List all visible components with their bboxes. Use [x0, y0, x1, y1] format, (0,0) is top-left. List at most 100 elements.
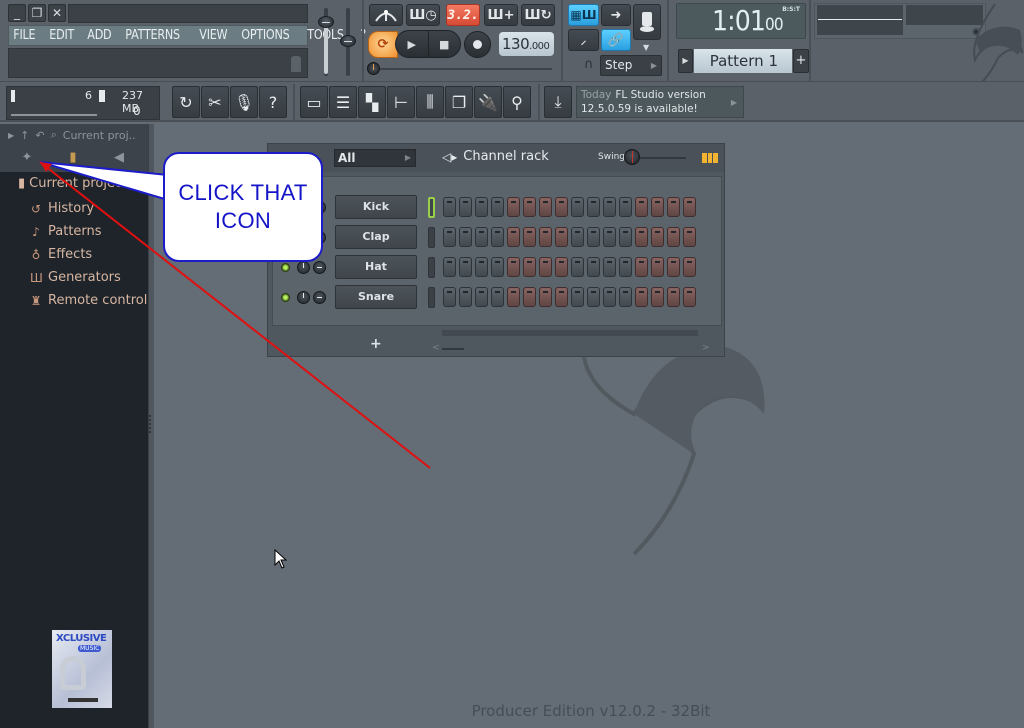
tutorial-button[interactable]: ⚲ [503, 86, 531, 118]
step-button[interactable] [539, 227, 552, 247]
step-button[interactable] [683, 287, 696, 307]
project-info-button[interactable]: ❐ [445, 86, 473, 118]
swing-knob[interactable] [624, 149, 640, 165]
tree-root-current-project[interactable]: ▮ Current project [18, 176, 127, 191]
search-icon[interactable]: ⌕ [51, 128, 57, 142]
step-button[interactable] [459, 197, 472, 217]
close-button[interactable]: ✕ [48, 4, 66, 22]
step-button[interactable] [443, 287, 456, 307]
snap-select[interactable]: Step ▶ [600, 55, 662, 76]
metronome-button[interactable] [369, 4, 403, 26]
undo-button[interactable]: ↻ [172, 86, 200, 118]
tree-item-remote-control[interactable]: ♜ Remote control [30, 293, 148, 308]
step-button[interactable] [603, 287, 616, 307]
browser-button[interactable]: ⊢ [387, 86, 415, 118]
tree-item-generators[interactable]: Ш Generators [30, 270, 121, 285]
channel-name-button[interactable]: Hat [335, 255, 417, 279]
channel-name-button[interactable]: Clap [335, 225, 417, 249]
master-volume-slider[interactable] [318, 16, 334, 28]
dropdown-arrow-icon[interactable]: ▼ [643, 43, 649, 52]
scroll-left-icon[interactable]: < [432, 343, 440, 353]
pattern-name-field[interactable]: Pattern 1 [694, 49, 792, 73]
step-button[interactable] [619, 197, 632, 217]
step-button[interactable] [667, 257, 680, 277]
song-position-track[interactable] [372, 68, 552, 70]
touch-keyboard-button[interactable]: ⸝ [568, 29, 599, 51]
step-button[interactable] [587, 257, 600, 277]
channel-select-indicator[interactable] [428, 197, 435, 218]
step-button[interactable] [587, 197, 600, 217]
step-button[interactable] [587, 227, 600, 247]
step-button[interactable] [683, 257, 696, 277]
channel-pan-knob[interactable] [313, 261, 326, 274]
up-arrow-icon[interactable]: ↑ [20, 129, 29, 142]
tree-item-history[interactable]: ↺ History [30, 201, 94, 216]
typing-keyboard-button[interactable]: ▦Ш [568, 4, 599, 26]
step-button[interactable] [555, 227, 568, 247]
channel-name-button[interactable]: Kick [335, 195, 417, 219]
step-forward-button[interactable]: ➜ [601, 4, 631, 26]
step-button[interactable] [443, 257, 456, 277]
expand-arrow-icon[interactable]: ▶ [8, 131, 14, 140]
channel-pan-knob[interactable] [313, 291, 326, 304]
step-button[interactable] [635, 287, 648, 307]
tree-item-effects[interactable]: ♁ Effects [30, 247, 93, 262]
channel-filter-select[interactable]: All ▶ [334, 149, 416, 167]
step-button[interactable] [523, 287, 536, 307]
stop-button[interactable]: ■ [429, 31, 461, 57]
step-button[interactable] [555, 257, 568, 277]
step-button[interactable] [571, 257, 584, 277]
help-button[interactable]: ? [259, 86, 287, 118]
step-button[interactable] [475, 287, 488, 307]
step-button[interactable] [475, 197, 488, 217]
step-button[interactable] [651, 287, 664, 307]
step-button[interactable] [491, 227, 504, 247]
channel-select-indicator[interactable] [428, 257, 435, 278]
loop-record-button[interactable]: Ш↻ [521, 4, 555, 26]
step-button[interactable] [603, 257, 616, 277]
plugin-manager-button[interactable]: 🔌 [474, 86, 502, 118]
channel-name-button[interactable]: Snare [335, 285, 417, 309]
step-button[interactable] [443, 197, 456, 217]
step-button[interactable] [507, 227, 520, 247]
step-button[interactable] [507, 287, 520, 307]
step-button[interactable] [443, 227, 456, 247]
step-button[interactable] [571, 287, 584, 307]
step-button[interactable] [571, 227, 584, 247]
multilink-button[interactable]: 🔗 [601, 29, 631, 51]
audio-recording-button[interactable]: 🎙 [230, 86, 258, 118]
channel-select-indicator[interactable] [428, 287, 435, 308]
step-button[interactable] [651, 227, 664, 247]
playlist-button[interactable]: ▭ [300, 86, 328, 118]
piano-roll-button[interactable]: ▚ [358, 86, 386, 118]
browser-tab-project-icon[interactable]: ▮ [64, 150, 82, 166]
scroll-thumb[interactable] [442, 348, 464, 350]
step-button[interactable] [635, 227, 648, 247]
step-button[interactable] [491, 197, 504, 217]
step-button[interactable] [491, 257, 504, 277]
channel-rack-button[interactable]: ☰ [329, 86, 357, 118]
menu-view[interactable]: VIEW [195, 28, 232, 43]
wait-for-input-button[interactable]: Ш◷ [406, 4, 440, 26]
song-time-display[interactable]: 1:0100 B:S:T [676, 3, 806, 39]
step-button[interactable] [459, 227, 472, 247]
step-button[interactable] [667, 287, 680, 307]
step-button[interactable] [539, 287, 552, 307]
pattern-prev-button[interactable]: ▶ [678, 49, 693, 73]
countdown-button[interactable]: 3.2. [446, 4, 480, 26]
record-button[interactable] [464, 31, 491, 58]
step-button[interactable] [603, 227, 616, 247]
step-button[interactable] [587, 287, 600, 307]
step-button[interactable] [523, 257, 536, 277]
browser-tab-all-icon[interactable]: ✦ [18, 150, 36, 166]
step-button[interactable] [475, 257, 488, 277]
channel-volume-knob[interactable] [297, 261, 310, 274]
step-button[interactable] [539, 257, 552, 277]
horizontal-scrollbar[interactable] [442, 330, 698, 336]
step-button[interactable] [635, 257, 648, 277]
step-button[interactable] [619, 287, 632, 307]
splitter-grip[interactable] [149, 415, 151, 433]
step-button[interactable] [475, 227, 488, 247]
play-button[interactable]: ▶ [396, 31, 429, 57]
channel-mute-led[interactable] [281, 263, 290, 272]
